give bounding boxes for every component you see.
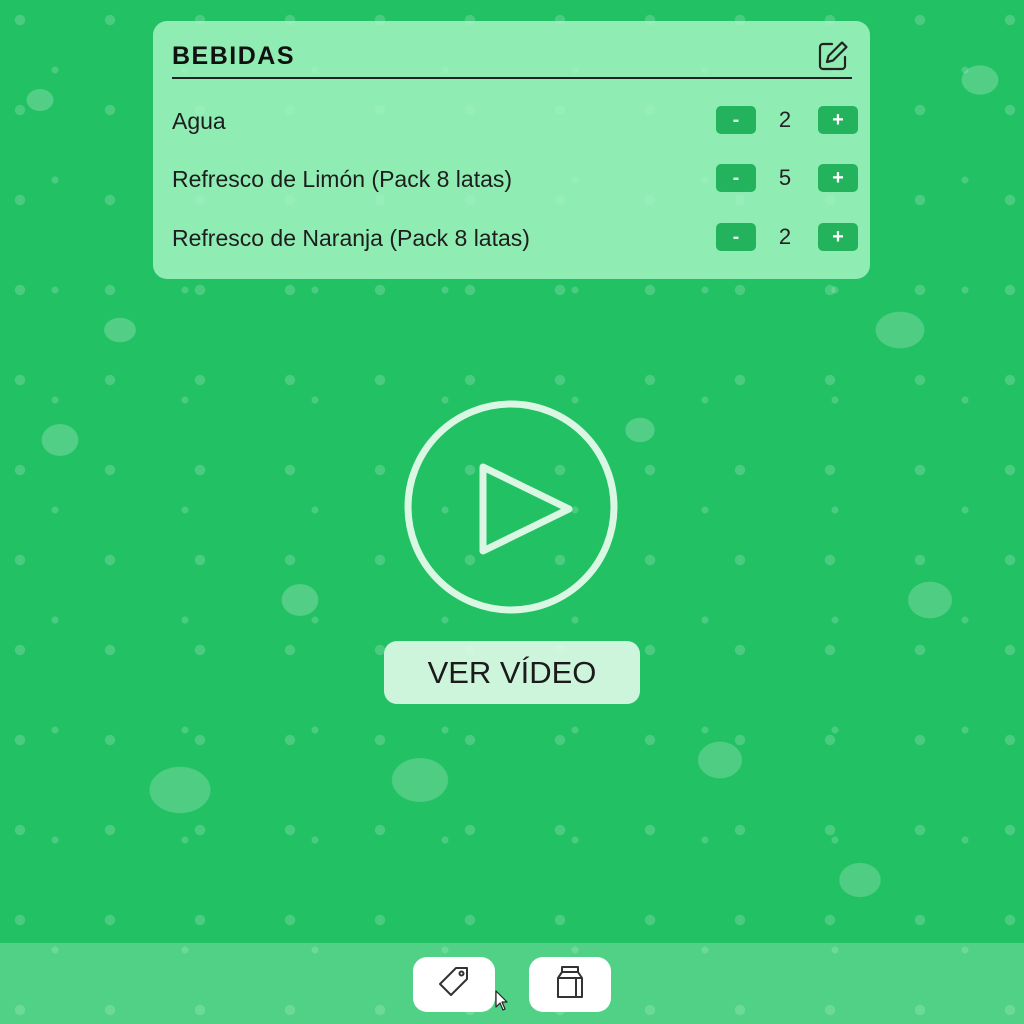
item-name: Refresco de Limón (Pack 8 latas) [172, 166, 513, 192]
item-quantity: 2 [778, 224, 792, 249]
watch-video-button[interactable]: VER VÍDEO [384, 641, 640, 704]
tab-tag[interactable] [413, 957, 495, 1012]
shopping-category-card: BEBIDAS Agua - 2 + Refresco de Limón (Pa… [153, 21, 870, 279]
category-header: BEBIDAS [172, 37, 852, 79]
item-quantity: 2 [778, 107, 792, 132]
decrease-button[interactable]: - [716, 223, 756, 251]
tab-products[interactable] [529, 957, 611, 1012]
decrease-button[interactable]: - [716, 106, 756, 134]
item-quantity: 5 [778, 165, 792, 190]
list-item: Agua - 2 + [172, 101, 859, 141]
play-icon[interactable] [403, 399, 619, 615]
list-item: Refresco de Naranja (Pack 8 latas) - 2 + [172, 218, 859, 258]
edit-icon[interactable] [816, 39, 850, 73]
decrease-button[interactable]: - [716, 164, 756, 192]
bottom-nav [0, 943, 1024, 1024]
tag-icon [434, 962, 474, 1007]
increase-button[interactable]: + [818, 223, 858, 251]
milk-carton-icon [550, 962, 590, 1007]
increase-button[interactable]: + [818, 164, 858, 192]
item-name: Agua [172, 108, 226, 134]
category-title: BEBIDAS [172, 42, 296, 70]
list-item: Refresco de Limón (Pack 8 latas) - 5 + [172, 159, 859, 199]
mouse-cursor [495, 990, 509, 1012]
increase-button[interactable]: + [818, 106, 858, 134]
item-name: Refresco de Naranja (Pack 8 latas) [172, 225, 530, 251]
